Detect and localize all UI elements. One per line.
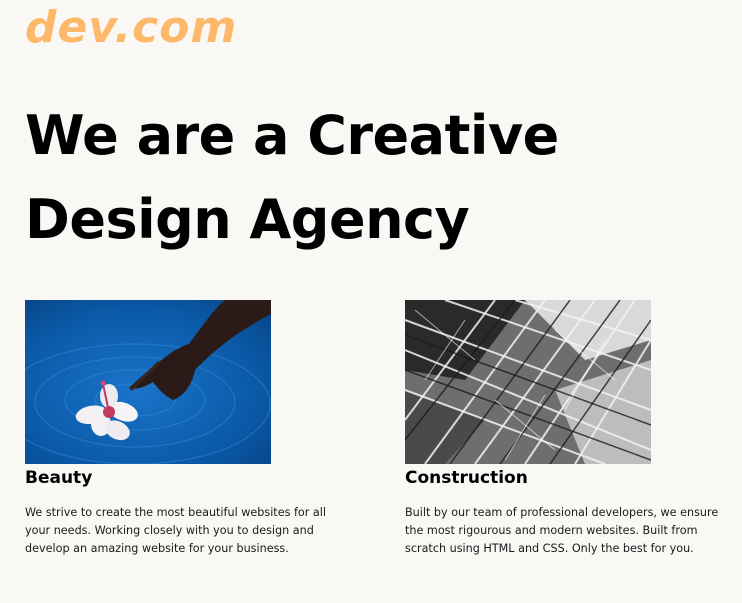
beauty-image — [25, 300, 271, 464]
site-logo[interactable]: dev.com — [25, 0, 237, 56]
beauty-description: We strive to create the most beautiful w… — [25, 506, 326, 555]
hero-heading-line-1: We are a Creative — [25, 104, 559, 167]
hero-heading: We are a Creative Design Agency — [25, 94, 665, 262]
construction-description: Built by our team of professional develo… — [405, 506, 719, 555]
construction-image — [405, 300, 651, 464]
service-card-beauty: Beauty We strive to create the most beau… — [25, 300, 355, 558]
beauty-title: Beauty — [25, 468, 93, 488]
service-card-construction: Construction Built by our team of profes… — [405, 300, 735, 558]
hero-heading-line-2: Design Agency — [25, 188, 470, 251]
construction-title: Construction — [405, 468, 528, 488]
